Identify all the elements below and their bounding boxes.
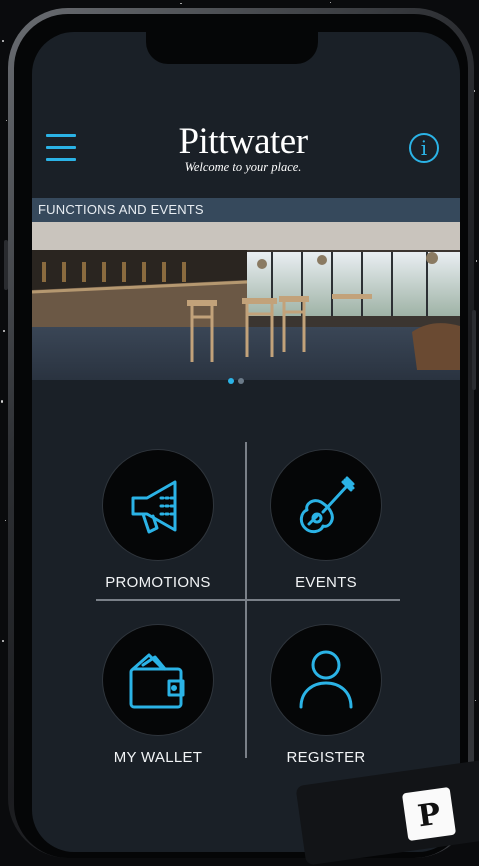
user-icon [299,650,353,709]
promotions-label: PROMOTIONS [105,574,211,591]
grid-divider-horizontal [96,599,400,601]
register-button[interactable]: REGISTER [256,625,396,766]
section-title: FUNCTIONS AND EVENTS [32,198,460,222]
hero-image-banner[interactable] [32,222,460,380]
app-badge-logo: P [401,786,457,842]
register-label: REGISTER [286,749,366,766]
phone-side-button-left [4,240,8,290]
megaphone-icon [131,480,177,534]
promotions-icon-circle [103,450,213,560]
phone-notch [146,32,318,64]
promotions-button[interactable]: PROMOTIONS [88,450,228,591]
phone-side-button-right [472,310,476,390]
my-wallet-label: MY WALLET [113,749,203,766]
events-label: EVENTS [295,574,357,591]
carousel-dot-active[interactable] [228,378,234,384]
register-icon-circle [271,625,381,735]
carousel-dots [228,371,248,389]
hamburger-menu-icon[interactable] [46,134,76,162]
logo-tagline: Welcome to your place. [184,160,302,174]
info-icon[interactable]: i [409,133,439,163]
wallet-icon [129,653,185,709]
guitar-icon [299,476,355,534]
app-logo: Pittwater Welcome to your place. [158,121,328,174]
carousel-dot[interactable] [238,378,244,384]
my-wallet-button[interactable]: MY WALLET [88,625,228,766]
events-button[interactable]: EVENTS [256,450,396,591]
events-icon-circle [271,450,381,560]
app-screen: Pittwater Welcome to your place. i FUNCT… [32,32,460,852]
wallet-icon-circle [103,625,213,735]
logo-wordmark: Pittwater [178,121,308,162]
